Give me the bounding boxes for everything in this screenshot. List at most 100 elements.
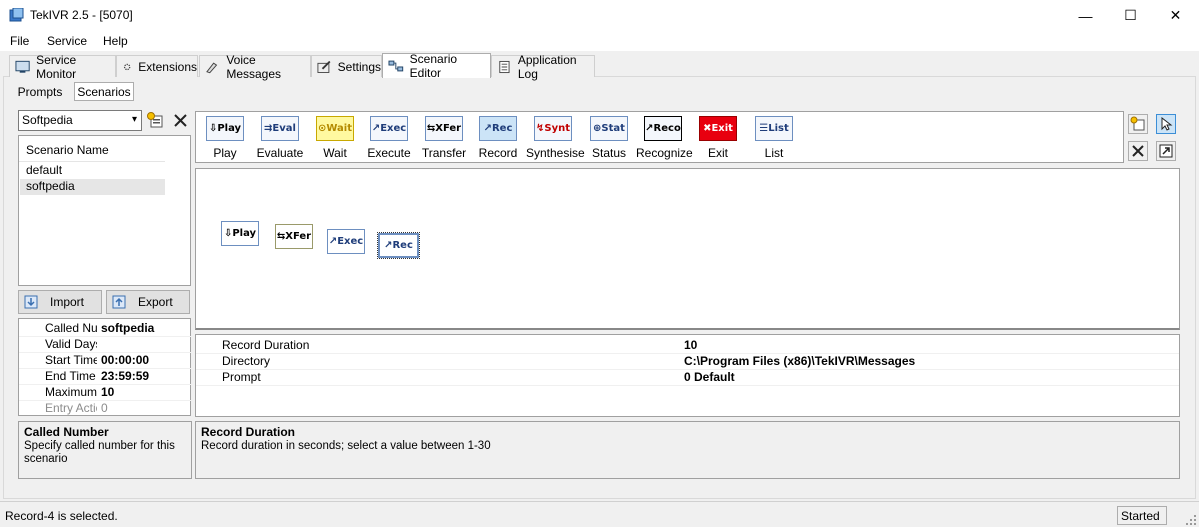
scenario-select-value: Softpedia [22, 113, 73, 127]
settings-icon [317, 60, 331, 73]
tool-transfer[interactable]: ⇆XFer Transfer [417, 116, 471, 160]
scenario-list[interactable]: Scenario Name default softpedia [18, 135, 191, 286]
tool-status[interactable]: ⊕Stat Status [582, 116, 636, 160]
scenario-select[interactable]: Softpedia ▾ [18, 110, 142, 131]
action-toolbox: ⇩Play Play ⇉Eval Evaluate ⊙Wait Wait ↗Exec Exec… [195, 111, 1124, 163]
description-text: Specify called number for this scenario [24, 440, 175, 465]
execute-icon: ↗Exec [370, 116, 408, 141]
property-name: End Time [45, 369, 96, 383]
voice-messages-icon [206, 62, 218, 73]
tool-record[interactable]: ↗Rec Record [471, 116, 525, 160]
tool-label: Record [478, 146, 518, 160]
tool-recognize[interactable]: ↗Reco Recognize [636, 116, 693, 160]
menu-file[interactable]: File [10, 34, 29, 48]
add-node-icon [1130, 116, 1145, 131]
property-row[interactable]: Record Duration 10 [196, 337, 1179, 353]
property-name: Called Number [45, 321, 97, 335]
arrow-link-icon [1159, 144, 1173, 158]
tool-synthesise[interactable]: ↯Synt Synthesise [526, 116, 585, 160]
pointer-tool-button[interactable] [1156, 114, 1176, 134]
menu-help[interactable]: Help [103, 34, 128, 48]
property-name: Prompt [222, 370, 261, 384]
canvas-node-rec[interactable]: ↗Rec [377, 232, 420, 259]
tool-exit[interactable]: ✖Exit Exit [691, 116, 745, 160]
resize-grip-icon[interactable] [1185, 514, 1197, 526]
scenario-canvas[interactable]: ⇩Play ⇆XFer ↗Exec ↗Rec [195, 168, 1180, 330]
property-description-left: Called Number Specify called number for … [18, 421, 192, 479]
export-button[interactable]: Export [106, 290, 190, 314]
list-item[interactable]: softpedia [20, 179, 165, 195]
canvas-node-play[interactable]: ⇩Play [221, 221, 259, 246]
property-row[interactable]: Prompt 0 Default [196, 369, 1179, 385]
tab-settings[interactable]: Settings [311, 55, 382, 77]
recognize-icon: ↗Reco [644, 116, 682, 141]
tool-label: Transfer [421, 146, 467, 160]
property-row[interactable]: Called Number softpedia [19, 320, 191, 336]
list-icon: ☰List [755, 116, 793, 141]
tab-label: Extensions [138, 59, 197, 74]
service-state: Started [1117, 506, 1167, 525]
property-value: 0 [101, 401, 108, 415]
import-button[interactable]: Import [18, 290, 102, 314]
subtab-prompts[interactable]: Prompts [14, 82, 66, 101]
tool-label: List [764, 146, 784, 160]
import-icon [24, 295, 38, 309]
export-label: Export [138, 295, 173, 309]
property-name: Directory [222, 354, 271, 368]
delete-scenario-icon[interactable] [172, 112, 189, 129]
tool-wait[interactable]: ⊙Wait Wait [308, 116, 362, 160]
property-row[interactable]: End Time 23:59:59 [19, 368, 191, 384]
menu-bar: File Service Help [0, 31, 1199, 51]
subtab-scenarios[interactable]: Scenarios [74, 82, 134, 101]
canvas-node-xfer[interactable]: ⇆XFer [275, 224, 313, 249]
tool-play[interactable]: ⇩Play Play [198, 116, 252, 160]
property-value[interactable]: 0 Default [684, 370, 735, 384]
list-header: Scenario Name [26, 143, 109, 157]
menu-service[interactable]: Service [47, 34, 87, 48]
tool-label: Synthesise [526, 146, 585, 160]
tab-label: Application Log [517, 52, 577, 81]
tab-service-monitor[interactable]: Service Monitor [9, 53, 116, 81]
property-row[interactable]: Maximum # 10 [19, 384, 191, 400]
close-button[interactable]: ✕ [1153, 0, 1198, 31]
property-row[interactable]: Valid Days [19, 336, 191, 352]
property-value[interactable]: 10 [101, 385, 114, 399]
property-value[interactable]: 10 [684, 338, 697, 352]
property-description-right: Record Duration Record duration in secon… [195, 421, 1180, 479]
evaluate-icon: ⇉Eval [261, 116, 299, 141]
add-scenario-icon[interactable] [146, 111, 164, 129]
property-name: Start Time [45, 353, 97, 367]
canvas-node-exec[interactable]: ↗Exec [327, 229, 365, 254]
property-name: Entry Action [45, 401, 97, 415]
extensions-icon [123, 63, 131, 70]
synthesise-icon: ↯Synt [534, 116, 572, 141]
status-bar: Record-4 is selected. Started [0, 501, 1199, 527]
tool-execute[interactable]: ↗Exec Execute [362, 116, 416, 160]
tab-voice-messages[interactable]: Voice Messages [199, 53, 311, 81]
play-icon: ⇩Play [206, 116, 244, 141]
property-row[interactable]: Start Time 00:00:00 [19, 352, 191, 368]
tab-label: Service Monitor [36, 52, 77, 81]
property-value[interactable]: 00:00:00 [101, 353, 149, 367]
tool-label: Wait [323, 146, 347, 160]
minimize-button[interactable]: — [1063, 0, 1108, 31]
tab-application-log[interactable]: Application Log [491, 53, 595, 81]
add-node-button[interactable] [1128, 114, 1148, 134]
property-value[interactable]: 23:59:59 [101, 369, 149, 383]
grid-divider [196, 385, 1179, 386]
tool-label: Status [591, 146, 627, 160]
node-properties-grid: Record Duration 10 Directory C:\Program Fi… [195, 334, 1180, 417]
property-value[interactable]: softpedia [101, 321, 154, 335]
property-row[interactable]: Directory C:\Program Files (x86)\TekIVR\M… [196, 353, 1179, 369]
tool-evaluate[interactable]: ⇉Eval Evaluate [253, 116, 307, 160]
property-name: Valid Days [45, 337, 97, 351]
maximize-button[interactable]: ☐ [1108, 0, 1153, 31]
property-value[interactable]: C:\Program Files (x86)\TekIVR\Messages [684, 354, 915, 368]
tool-list[interactable]: ☰List List [747, 116, 801, 160]
link-tool-button[interactable] [1156, 141, 1176, 161]
tab-scenario-editor[interactable]: Scenario Editor [382, 52, 491, 80]
chevron-down-icon: ▾ [131, 114, 137, 125]
list-item[interactable]: default [20, 163, 165, 179]
delete-node-button[interactable] [1128, 141, 1148, 161]
tab-extensions[interactable]: Extensions [116, 55, 198, 77]
